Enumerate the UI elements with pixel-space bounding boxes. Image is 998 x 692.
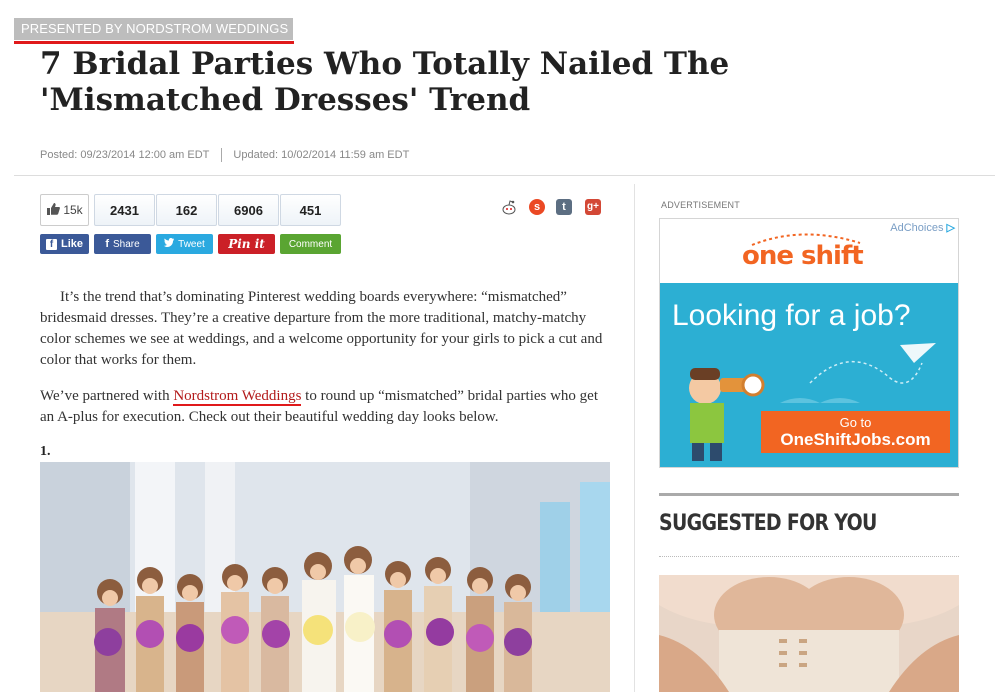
intro-paragraph: It’s the trend that’s dominating Pintere…	[40, 289, 603, 368]
suggested-rule	[659, 493, 959, 496]
like-label: Like	[60, 238, 83, 250]
pin-it-button[interactable]: Pin it	[218, 234, 275, 254]
comment-count: 451	[280, 194, 341, 226]
thumbs-up-icon	[46, 202, 61, 218]
like-count-box: 15k	[40, 194, 89, 226]
meta-separator	[221, 148, 223, 162]
google-plus-icon[interactable]: g+	[585, 199, 601, 215]
twitter-bird-icon	[164, 238, 175, 250]
article-headline: 7 Bridal Parties Who Totally Nailed The …	[40, 46, 730, 118]
partner-paragraph: We’ve partnered with Nordstrom Weddings …	[40, 386, 610, 428]
cta-line2: OneShiftJobs.com	[780, 430, 931, 449]
nordstrom-weddings-link[interactable]: Nordstrom Weddings	[173, 388, 302, 406]
cta-line1: Go to	[839, 415, 872, 430]
cta-button[interactable]: Go to OneShiftJobs.com	[761, 411, 950, 453]
reddit-icon[interactable]	[500, 199, 516, 215]
partner-text-before: We’ve partnered with	[40, 388, 174, 404]
tweet-count: 162	[156, 194, 217, 226]
tumblr-icon[interactable]: t	[556, 199, 572, 215]
header-divider	[14, 175, 995, 176]
posted-date: Posted: 09/23/2014 12:00 am EDT	[40, 149, 210, 161]
suggested-title: SUGGESTED FOR YOU	[659, 511, 877, 536]
bridal-party-photo	[40, 462, 610, 692]
suggested-divider	[659, 556, 959, 557]
column-divider	[634, 184, 635, 692]
suggested-thumbnail[interactable]	[659, 575, 959, 692]
facebook-share-button[interactable]: f Share	[94, 234, 151, 254]
oneshift-ad[interactable]: AdChoices ▷ one shift Looking for a job?…	[659, 218, 959, 468]
presented-by-label: PRESENTED BY NORDSTROM WEDDINGS	[14, 18, 293, 40]
stumbleupon-icon[interactable]: s	[529, 199, 545, 215]
comment-button[interactable]: Comment	[280, 234, 341, 254]
adchoices-icon: ▷	[943, 222, 955, 234]
list-number: 1.	[40, 444, 51, 459]
post-meta: Posted: 09/23/2014 12:00 am EDT Updated:…	[40, 148, 409, 162]
pin-count: 6906	[218, 194, 279, 226]
updated-date: Updated: 10/02/2014 11:59 am EDT	[233, 149, 410, 161]
facebook-like-button[interactable]: f Like	[40, 234, 89, 254]
tweet-label: Tweet	[178, 238, 205, 250]
adchoices-link[interactable]: AdChoices ▷	[890, 221, 955, 234]
presented-underline	[14, 41, 294, 44]
oneshift-logo: one shift	[742, 233, 864, 271]
tweet-button[interactable]: Tweet	[156, 234, 213, 254]
share-count: 2431	[94, 194, 155, 226]
facebook-icon: f	[105, 238, 109, 250]
ad-banner: Looking for a job? Go to OneShiftJobs.co…	[660, 283, 958, 467]
like-count: 15k	[63, 203, 83, 217]
share-label: Share	[112, 238, 140, 250]
advertisement-label: ADVERTISEMENT	[661, 200, 740, 210]
adchoices-label: AdChoices	[890, 222, 944, 234]
facebook-icon: f	[45, 238, 57, 250]
